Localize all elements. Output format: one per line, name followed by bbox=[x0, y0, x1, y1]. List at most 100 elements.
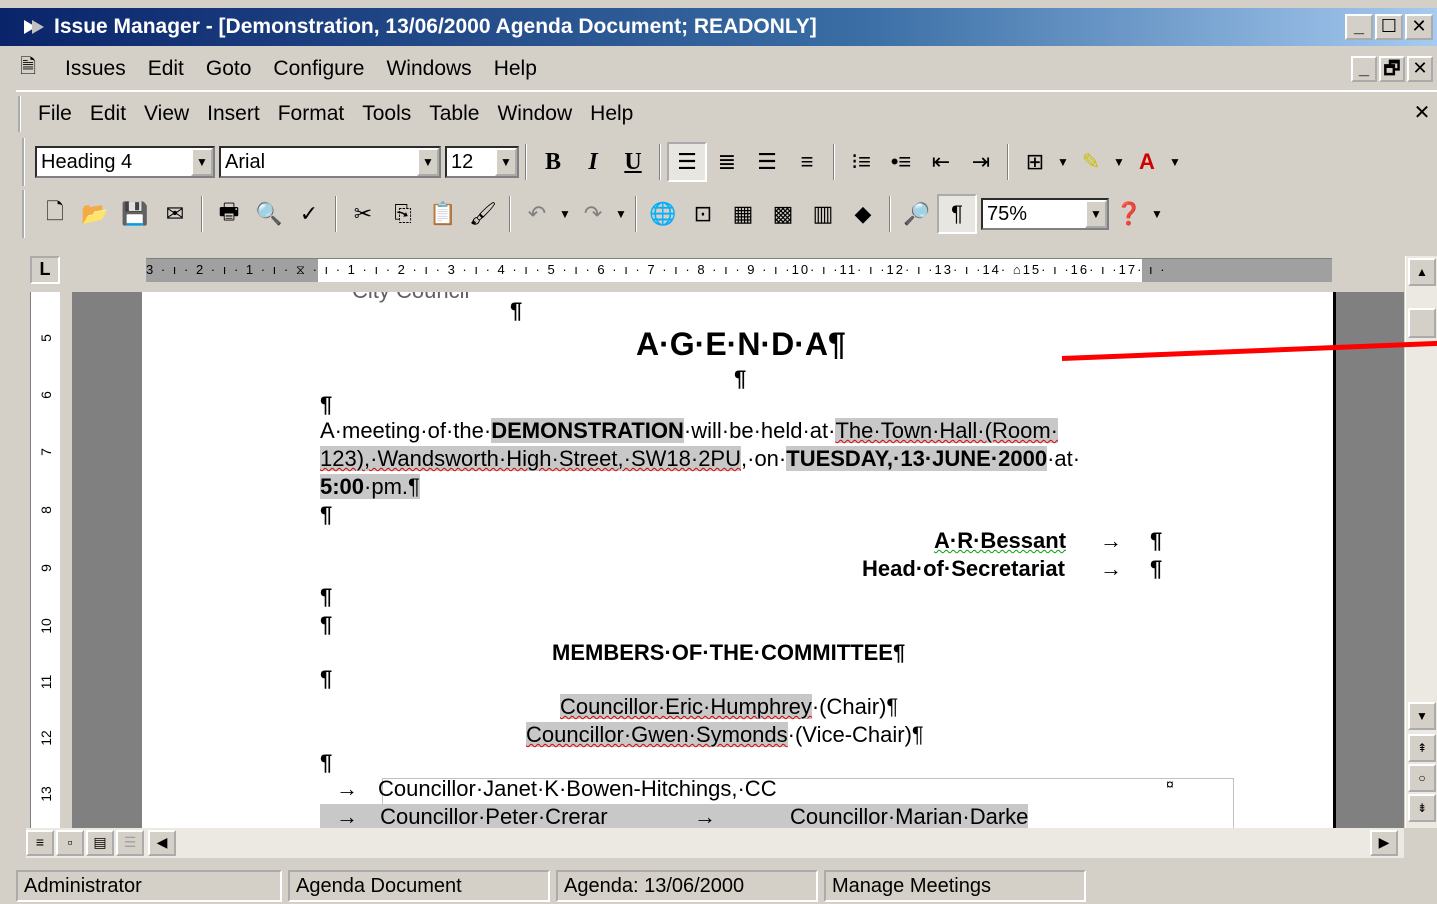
word-menu-bar: File Edit View Insert Format Tools Table… bbox=[18, 96, 642, 132]
font-color-icon[interactable]: A bbox=[1127, 142, 1167, 182]
size-value: 12 bbox=[451, 150, 474, 173]
previous-page-icon[interactable]: ⇞ bbox=[1408, 734, 1436, 762]
redo-icon[interactable]: ↷ bbox=[573, 194, 613, 234]
hyperlink-icon[interactable]: 🌐 bbox=[643, 194, 683, 234]
chevron-down-icon[interactable]: ▼ bbox=[613, 207, 629, 221]
menu-configure[interactable]: Configure bbox=[262, 57, 375, 81]
mdi-restore-button[interactable]: 🗗 bbox=[1379, 56, 1405, 82]
align-center-icon[interactable]: ≣ bbox=[707, 142, 747, 182]
word-menu-help[interactable]: Help bbox=[581, 102, 642, 126]
undo-icon[interactable]: ↶ bbox=[517, 194, 557, 234]
style-combo[interactable]: Heading 4 ▼ bbox=[35, 146, 215, 178]
chevron-down-icon[interactable]: ▼ bbox=[557, 207, 573, 221]
scroll-thumb[interactable] bbox=[1408, 308, 1436, 338]
chevron-down-icon[interactable]: ▼ bbox=[1111, 155, 1127, 169]
bold-button[interactable]: B bbox=[533, 142, 573, 182]
mdi-minimize-button[interactable]: _ bbox=[1351, 56, 1377, 82]
format-painter-icon[interactable]: 🖌 bbox=[463, 194, 503, 234]
justify-icon[interactable]: ≡ bbox=[787, 142, 827, 182]
align-right-icon[interactable]: ☰ bbox=[747, 142, 787, 182]
next-page-icon[interactable]: ⇟ bbox=[1408, 794, 1436, 822]
underline-button[interactable]: U bbox=[613, 142, 653, 182]
maximize-button[interactable]: ☐ bbox=[1375, 14, 1403, 40]
pilcrow: ¶ bbox=[510, 298, 523, 323]
print-preview-icon[interactable]: 🔍 bbox=[249, 194, 289, 234]
word-menu-insert[interactable]: Insert bbox=[198, 102, 269, 126]
zoom-combo[interactable]: 75% ▼ bbox=[981, 198, 1109, 230]
columns-icon[interactable]: ▥ bbox=[803, 194, 843, 234]
normal-view-icon[interactable]: ≡ bbox=[26, 830, 54, 856]
size-combo[interactable]: 12 ▼ bbox=[445, 146, 519, 178]
spelling-icon[interactable]: ✓ bbox=[289, 194, 329, 234]
document-area[interactable]: City Council ¶ A·G·E·N·D·A¶ ¶ ¶ A·meetin… bbox=[72, 292, 1404, 828]
close-button[interactable]: ✕ bbox=[1405, 14, 1433, 40]
chevron-down-icon[interactable]: ▼ bbox=[1167, 155, 1183, 169]
word-menu-table[interactable]: Table bbox=[420, 102, 488, 126]
drawing-icon[interactable]: ◆ bbox=[843, 194, 883, 234]
scroll-down-icon[interactable]: ▼ bbox=[1408, 702, 1436, 730]
chevron-down-icon[interactable]: ▼ bbox=[417, 148, 439, 176]
app-icon[interactable] bbox=[20, 13, 50, 41]
word-menu-edit[interactable]: Edit bbox=[81, 102, 135, 126]
word-menu-tools[interactable]: Tools bbox=[353, 102, 420, 126]
minimize-button[interactable]: _ bbox=[1345, 14, 1373, 40]
show-hide-button[interactable]: ¶ bbox=[937, 194, 977, 234]
open-folder-icon[interactable]: 📂 bbox=[75, 194, 115, 234]
scroll-right-icon[interactable]: ▶ bbox=[1370, 830, 1398, 856]
outline-view-icon[interactable]: ☰ bbox=[116, 830, 144, 856]
menu-issues[interactable]: Issues bbox=[54, 57, 137, 81]
word-menu-window[interactable]: Window bbox=[488, 102, 581, 126]
text: A·meeting·of·the· bbox=[320, 418, 492, 443]
email-icon[interactable]: ✉ bbox=[155, 194, 195, 234]
word-menu-view[interactable]: View bbox=[135, 102, 198, 126]
font-combo[interactable]: Arial ▼ bbox=[219, 146, 441, 178]
cut-icon[interactable]: ✂ bbox=[343, 194, 383, 234]
scroll-left-icon[interactable]: ◀ bbox=[148, 830, 176, 856]
horizontal-ruler[interactable]: 3 · ı · 2 · ı · 1 · ı · ⧖ · ı · 1 · ı · … bbox=[146, 258, 1332, 282]
menu-doc-icon: 🗎 bbox=[20, 56, 37, 78]
office-assistant-icon[interactable]: ❓ bbox=[1109, 194, 1149, 234]
borders-icon[interactable]: ⊞ bbox=[1015, 142, 1055, 182]
members-heading: MEMBERS·OF·THE·COMMITTEE¶ bbox=[552, 640, 906, 665]
vice-chair-name: Councillor·Gwen·Symonds bbox=[526, 722, 788, 747]
copy-icon[interactable]: ⎘ bbox=[383, 194, 423, 234]
highlight-icon[interactable]: ✎ bbox=[1071, 142, 1111, 182]
pilcrow: ¶ bbox=[320, 666, 333, 691]
select-browse-object-icon[interactable]: ○ bbox=[1408, 764, 1436, 792]
vertical-ruler[interactable]: 5 6 7 8 9 10 11 12 13 bbox=[30, 292, 60, 828]
save-icon[interactable]: 💾 bbox=[115, 194, 155, 234]
menu-edit[interactable]: Edit bbox=[137, 57, 195, 81]
separator bbox=[659, 144, 661, 180]
document-map-icon[interactable]: 🔎 bbox=[897, 194, 937, 234]
horizontal-scrollbar[interactable]: ≡ ▫ ▤ ☰ ◀ ▶ bbox=[26, 828, 1404, 858]
menu-help[interactable]: Help bbox=[483, 57, 548, 81]
document-page[interactable]: City Council ¶ A·G·E·N·D·A¶ ¶ ¶ A·meetin… bbox=[142, 292, 1336, 828]
paste-icon[interactable]: 📋 bbox=[423, 194, 463, 234]
web-layout-icon[interactable]: ▫ bbox=[56, 830, 84, 856]
tables-borders-icon[interactable]: ⊡ bbox=[683, 194, 723, 234]
italic-button[interactable]: I bbox=[573, 142, 613, 182]
word-menu-format[interactable]: Format bbox=[269, 102, 354, 126]
insert-table-icon[interactable]: ▦ bbox=[723, 194, 763, 234]
chevron-down-icon[interactable]: ▼ bbox=[1055, 155, 1071, 169]
print-icon[interactable]: 🖶 bbox=[209, 194, 249, 234]
scroll-up-icon[interactable]: ▲ bbox=[1408, 258, 1436, 286]
menu-windows[interactable]: Windows bbox=[375, 57, 482, 81]
print-layout-icon[interactable]: ▤ bbox=[86, 830, 114, 856]
insert-excel-icon[interactable]: ▩ bbox=[763, 194, 803, 234]
word-menu-file[interactable]: File bbox=[29, 102, 81, 126]
bullets-icon[interactable]: •≡ bbox=[881, 142, 921, 182]
mdi-close-button[interactable]: ✕ bbox=[1407, 56, 1433, 82]
align-left-icon[interactable]: ☰ bbox=[667, 142, 707, 182]
chevron-down-icon[interactable]: ▼ bbox=[191, 148, 213, 176]
new-document-icon[interactable]: 🗋 bbox=[35, 194, 75, 234]
menu-goto[interactable]: Goto bbox=[195, 57, 263, 81]
decrease-indent-icon[interactable]: ⇤ bbox=[921, 142, 961, 182]
chevron-down-icon[interactable]: ▼ bbox=[1149, 207, 1165, 221]
chevron-down-icon[interactable]: ▼ bbox=[495, 148, 517, 176]
chevron-down-icon[interactable]: ▼ bbox=[1085, 200, 1107, 228]
word-close-button[interactable]: ✕ bbox=[1409, 100, 1435, 124]
numbering-icon[interactable]: ⁝≡ bbox=[841, 142, 881, 182]
increase-indent-icon[interactable]: ⇥ bbox=[961, 142, 1001, 182]
tab-selector[interactable]: L bbox=[30, 256, 60, 284]
